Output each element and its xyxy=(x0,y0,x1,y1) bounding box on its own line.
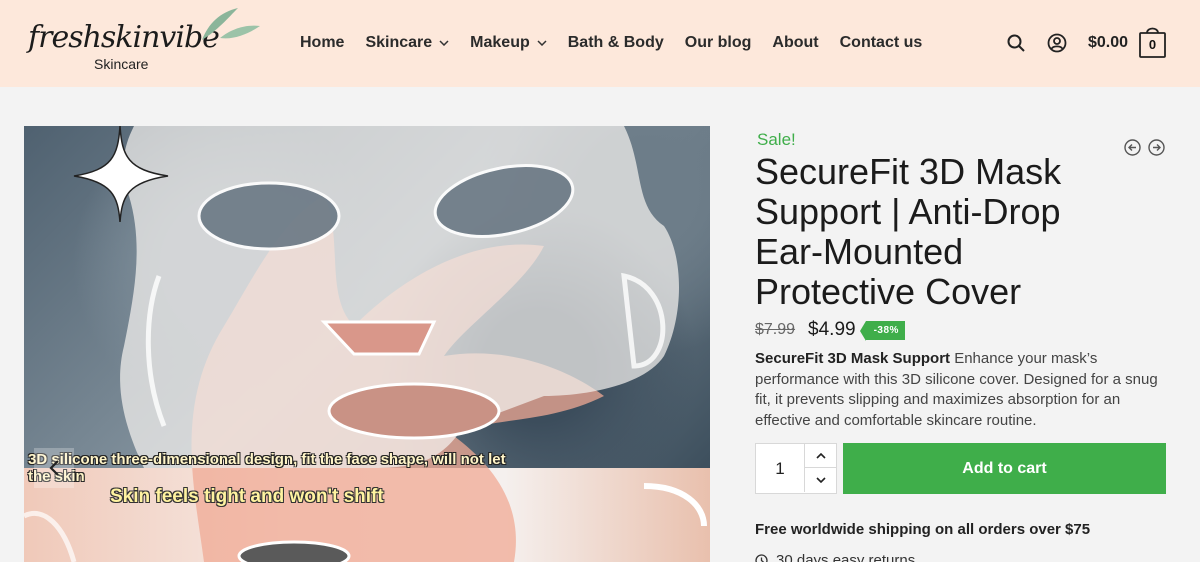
gallery-prev-button[interactable] xyxy=(34,448,74,488)
quantity-input[interactable] xyxy=(756,444,804,493)
chevron-down-icon xyxy=(439,40,449,46)
logo-wordmark: freshskinvibe xyxy=(28,20,220,55)
quantity-decrease-button[interactable] xyxy=(804,468,836,492)
main-nav: Home Skincare Makeup Bath & Body Our blo… xyxy=(300,34,943,52)
original-price: $7.99 xyxy=(755,321,796,338)
nav-item-skincare[interactable]: Skincare xyxy=(365,34,449,52)
nav-label: Home xyxy=(300,34,345,51)
product-title: SecureFit 3D Mask Support | Anti-Drop Ea… xyxy=(755,151,1062,312)
nav-label: Our blog xyxy=(684,34,752,51)
nav-label: Makeup xyxy=(470,34,530,51)
chevron-left-icon xyxy=(49,460,59,476)
next-product-icon[interactable] xyxy=(1148,139,1165,156)
nav-label: Contact us xyxy=(839,34,923,51)
previous-product-icon[interactable] xyxy=(1124,139,1141,156)
account-icon[interactable] xyxy=(1047,33,1067,53)
cart-count-badge: 0 xyxy=(1148,37,1157,52)
shipping-note: Free worldwide shipping on all orders ov… xyxy=(755,521,1091,538)
nav-label: Skincare xyxy=(365,34,433,51)
returns-note: 30 days easy returns xyxy=(755,552,915,562)
nav-item-bath-body[interactable]: Bath & Body xyxy=(568,34,664,52)
cart-total[interactable]: $0.00 xyxy=(1088,34,1128,52)
quantity-stepper xyxy=(755,443,837,494)
returns-label: 30 days easy returns xyxy=(776,552,916,562)
discount-badge: -38% xyxy=(859,320,905,341)
nav-label: About xyxy=(772,34,819,51)
image-caption-highlight: Skin feels tight and won't shift xyxy=(110,486,384,507)
product-gallery[interactable]: 3D silicone three-dimensional design, fi… xyxy=(24,126,710,562)
site-logo[interactable]: freshskinvibe Skincare xyxy=(28,6,260,72)
leaf-icon xyxy=(202,8,260,40)
sale-price: $4.99 xyxy=(808,319,856,340)
site-header: freshskinvibe Skincare Home Skincare Mak… xyxy=(0,0,1200,87)
clock-icon xyxy=(755,554,768,562)
product-description: SecureFit 3D Mask Support Enhance your m… xyxy=(755,349,1175,432)
nav-item-blog[interactable]: Our blog xyxy=(685,34,752,52)
price-row: $7.99 $4.99 -38% xyxy=(755,319,905,341)
add-to-cart-button[interactable]: Add to cart xyxy=(843,443,1166,494)
search-icon[interactable] xyxy=(1006,33,1026,53)
description-lead: SecureFit 3D Mask Support xyxy=(755,350,951,367)
nav-label: Bath & Body xyxy=(567,34,664,51)
image-caption: 3D silicone three-dimensional design, fi… xyxy=(28,451,506,485)
quantity-increase-button[interactable] xyxy=(804,444,836,468)
chevron-up-icon xyxy=(815,452,826,459)
nav-item-home[interactable]: Home xyxy=(300,34,344,52)
logo-tagline: Skincare xyxy=(94,56,149,72)
chevron-down-icon xyxy=(537,40,547,46)
nav-item-makeup[interactable]: Makeup xyxy=(470,34,547,52)
nav-item-contact[interactable]: Contact us xyxy=(840,34,923,52)
nav-item-about[interactable]: About xyxy=(772,34,818,52)
chevron-down-icon xyxy=(815,477,826,483)
sale-badge: Sale! xyxy=(757,130,796,149)
